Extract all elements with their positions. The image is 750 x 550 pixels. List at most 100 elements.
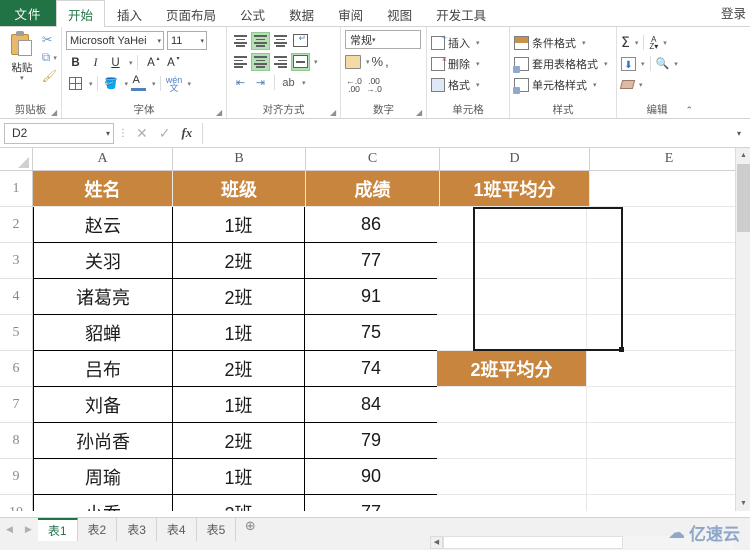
delete-cells-button[interactable]: 删除 ▾ [431,53,480,74]
cell-e6[interactable] [587,351,746,387]
cell-e5[interactable] [587,315,746,351]
merge-chevron-down-icon[interactable]: ▾ [314,58,318,66]
expand-formula-bar-icon[interactable]: ▾ [732,129,746,138]
tab-review[interactable]: 审阅 [326,0,375,27]
underline-button[interactable]: U [106,54,125,72]
font-dialog-launcher-icon[interactable]: ◢ [216,109,224,117]
collapse-ribbon-icon[interactable]: ⌃ [685,105,693,116]
column-header-b[interactable]: B [173,148,306,171]
wrap-text-button[interactable]: ab [279,74,298,92]
cell-b9[interactable]: 1班 [172,459,305,495]
tab-page-layout[interactable]: 页面布局 [154,0,228,27]
row-header-10[interactable]: 10 [0,495,33,511]
sheet-tab-4[interactable]: 表4 [156,518,197,541]
bold-button[interactable]: B [66,54,85,72]
number-dialog-launcher-icon[interactable]: ◢ [416,109,424,117]
align-left-button[interactable] [231,53,250,71]
row-header-7[interactable]: 7 [0,387,33,423]
cell-b1[interactable]: 班级 [173,171,306,207]
number-format-chevron-down-icon[interactable]: ▾ [372,36,376,44]
cell-a3[interactable]: 关羽 [33,243,173,279]
column-header-a[interactable]: A [33,148,173,171]
cell-d2[interactable] [437,207,587,243]
tab-view[interactable]: 视图 [375,0,424,27]
underline-chevron-down-icon[interactable]: ▾ [129,59,133,67]
row-header-2[interactable]: 2 [0,207,33,243]
format-chevron-down-icon[interactable]: ▾ [476,81,480,89]
font-color-chevron-down-icon[interactable]: ▾ [152,80,156,88]
scroll-up-icon[interactable]: ▲ [736,148,750,163]
cell-b10[interactable]: 2班 [172,495,305,511]
vertical-scroll-thumb[interactable] [737,164,750,232]
cell-a7[interactable]: 刘备 [33,387,173,423]
sheet-tab-5[interactable]: 表5 [196,518,237,541]
sheet-tab-3[interactable]: 表3 [117,518,157,541]
cell-e8[interactable] [587,423,746,459]
tab-insert[interactable]: 插入 [105,0,154,27]
align-middle-button[interactable] [251,31,270,50]
decrease-indent-button[interactable]: ⇤ [231,74,250,92]
cell-e7[interactable] [587,387,746,423]
font-size-chevron-down-icon[interactable]: ▾ [197,37,204,45]
accounting-chevron-down-icon[interactable]: ▾ [366,58,370,66]
cell-c3[interactable]: 77 [304,243,438,279]
fill-color-chevron-down-icon[interactable]: ▾ [125,80,129,88]
align-bottom-button[interactable] [271,32,290,50]
sheet-next-icon[interactable]: ▶ [25,524,32,535]
column-header-c[interactable]: C [306,148,440,171]
cell-d5[interactable] [437,315,587,351]
cut-button[interactable]: ✂ [42,32,57,47]
increase-decimal-icon[interactable]: ←.0.00 [345,76,363,93]
cell-d7[interactable] [437,387,587,423]
cell-c2[interactable]: 86 [304,207,438,243]
clear-chevron-down-icon[interactable]: ▾ [639,81,643,89]
cell-a10[interactable]: 小乔 [33,495,173,511]
percent-style-button[interactable]: % [372,54,384,69]
sort-filter-button[interactable]: A Z▾ [649,35,658,50]
sheet-prev-icon[interactable]: ◀ [6,524,13,535]
paste-button[interactable]: 粘贴 ▾ [4,30,40,82]
add-sheet-button[interactable]: ⊕ [236,518,264,534]
copy-chevron-down-icon[interactable]: ▾ [53,54,57,62]
cell-a5[interactable]: 貂蝉 [33,315,173,351]
cell-c6[interactable]: 74 [304,351,438,387]
find-chevron-down-icon[interactable]: ▾ [674,60,678,68]
cell-d1[interactable]: 1班平均分 [440,171,590,207]
clear-button[interactable] [619,80,636,89]
select-all-corner[interactable] [0,148,33,171]
cell-e2[interactable] [587,207,746,243]
tab-formulas[interactable]: 公式 [228,0,277,27]
sort-chevron-down-icon[interactable]: ▾ [663,39,667,47]
confirm-formula-icon[interactable]: ✓ [159,125,171,142]
accounting-format-icon[interactable] [345,54,361,69]
font-name-combo[interactable]: Microsoft YaHei ▾ [66,31,164,50]
alignment-dialog-launcher-icon[interactable]: ◢ [330,109,338,117]
shrink-font-button[interactable]: A ▾ [162,54,181,72]
cell-d8[interactable] [437,423,587,459]
cell-b3[interactable]: 2班 [172,243,305,279]
autosum-chevron-down-icon[interactable]: ▾ [635,39,639,47]
format-cells-button[interactable]: 格式 ▾ [431,74,480,95]
cell-d4[interactable] [437,279,587,315]
format-as-table-button[interactable]: 套用表格格式 ▾ [513,53,608,74]
cell-d9[interactable] [437,459,587,495]
cell-a8[interactable]: 孙尚香 [33,423,173,459]
cell-e10[interactable] [587,495,746,511]
formula-input[interactable] [202,122,732,144]
find-select-button[interactable]: 🔍 [656,57,670,70]
conditional-formatting-button[interactable]: 条件格式 ▾ [514,32,586,53]
cell-a1[interactable]: 姓名 [33,171,173,207]
cell-a2[interactable]: 赵云 [33,207,173,243]
copy-button[interactable]: ⧉ ▾ [42,50,57,65]
tab-data[interactable]: 数据 [277,0,326,27]
align-center-button[interactable] [251,52,270,71]
name-box-chevron-down-icon[interactable]: ▾ [106,129,110,138]
sheet-nav-arrows[interactable]: ◀ ▶ [0,518,38,541]
tab-file[interactable]: 文件 [0,0,56,27]
cell-c4[interactable]: 91 [304,279,438,315]
table-chevron-down-icon[interactable]: ▾ [604,60,608,68]
conditional-chevron-down-icon[interactable]: ▾ [582,39,586,47]
cellstyle-chevron-down-icon[interactable]: ▾ [593,81,597,89]
orientation-button[interactable] [291,32,310,50]
phonetic-guide-button[interactable]: wén 文 [165,75,184,93]
